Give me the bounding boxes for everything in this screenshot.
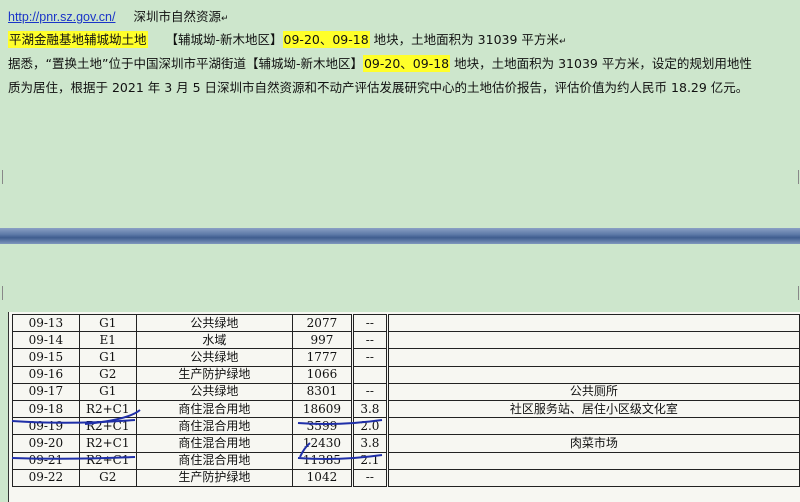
table-cell: -- bbox=[350, 382, 388, 401]
table-cell: 09-14 bbox=[12, 331, 80, 350]
table-cell: G1 bbox=[78, 382, 137, 401]
table-cell: 社区服务站、居住小区级文化室 bbox=[385, 399, 800, 419]
source-line: http://pnr.sz.gov.cn/深圳市自然资源↵ bbox=[8, 9, 229, 24]
table-row: 09-18 R2+C1 商住混合用地 18609 3.8 社区服务站、居住小区级文化室 bbox=[12, 399, 800, 419]
table-cell: 公共绿地 bbox=[135, 313, 294, 333]
table-cell bbox=[385, 348, 800, 367]
table-row: 09-21 R2+C1 商住混合用地 11385 2.1 bbox=[12, 451, 800, 470]
source-name: 深圳市自然资源 bbox=[133, 9, 221, 24]
table-cell: 商住混合用地 bbox=[135, 399, 294, 419]
table-cell: R2+C1 bbox=[78, 399, 137, 419]
table-cell: 生产防护绿地 bbox=[135, 468, 294, 487]
table-cell: G2 bbox=[78, 365, 137, 384]
table-cell: 公共绿地 bbox=[135, 348, 294, 367]
table-cell: 商住混合用地 bbox=[135, 417, 294, 436]
table-row: 09-17 G1 公共绿地 8301 -- 公共厕所 bbox=[12, 382, 800, 401]
table-cell: 09-20 bbox=[12, 434, 80, 453]
table-cell bbox=[385, 331, 800, 350]
table-row: 09-14 E1 水域 997 -- bbox=[12, 331, 800, 350]
table-row: 09-15 G1 公共绿地 1777 -- bbox=[12, 348, 800, 367]
paragraph-line-2: 质为居住，根据于 2021 年 3 月 5 日深圳市自然资源和不动产评估发展研究… bbox=[8, 77, 748, 96]
table-row: 09-20 R2+C1 商住混合用地 12430 3.8 肉菜市场 bbox=[12, 434, 800, 453]
table-cell: 2.0 bbox=[350, 417, 388, 436]
table-cell bbox=[385, 313, 800, 333]
table-cell: R2+C1 bbox=[78, 451, 137, 470]
table-cell: 09-18 bbox=[12, 399, 80, 419]
paragraph-middle: 地块，土地面积为 31039 平方米，设定的规划用地性 bbox=[454, 56, 752, 71]
table-cell: R2+C1 bbox=[78, 417, 137, 436]
table-cell: 09-13 bbox=[12, 313, 80, 333]
plot-numbers: 09-20、09-18 bbox=[282, 31, 370, 48]
table-row: 09-22 G2 生产防护绿地 1042 -- bbox=[12, 468, 800, 487]
table-cell: 生产防护绿地 bbox=[135, 365, 294, 384]
table-cell: 水域 bbox=[135, 331, 294, 350]
table-cell: 18609 bbox=[292, 399, 353, 419]
land-title: 平湖金融基地辅城坳土地 bbox=[8, 31, 148, 48]
table-cell: -- bbox=[350, 331, 388, 350]
table-cell: G1 bbox=[78, 313, 137, 333]
table-cell: -- bbox=[350, 348, 388, 367]
table-cell: 8301 bbox=[292, 382, 353, 401]
table-cell: 11385 bbox=[292, 451, 353, 470]
table-cell: -- bbox=[350, 313, 388, 333]
table-cell: 1042 bbox=[292, 468, 353, 487]
table-cell: 12430 bbox=[292, 434, 353, 453]
table-cell: 3.8 bbox=[350, 434, 388, 453]
paragraph-line-1: 据悉，“置换土地”位于中国深圳市平湖街道【辅城坳-新木地区】09-20、09-1… bbox=[8, 53, 752, 72]
table-cell bbox=[385, 365, 800, 384]
table-cell: 公共绿地 bbox=[135, 382, 294, 401]
table-cell: 09-19 bbox=[12, 417, 80, 436]
table-row: 09-13 G1 公共绿地 2077 -- bbox=[12, 313, 800, 333]
document-upper-pane: http://pnr.sz.gov.cn/深圳市自然资源↵ 平湖金融基地辅城坳土… bbox=[0, 0, 800, 230]
table-cell: 2077 bbox=[292, 313, 353, 333]
area-unit: 平方米 bbox=[521, 32, 559, 47]
table-cell: 997 bbox=[292, 331, 353, 350]
margin-mark-right bbox=[792, 170, 799, 184]
table-cell: 09-21 bbox=[12, 451, 80, 470]
margin-mark-left bbox=[2, 170, 9, 184]
table-cell: 09-16 bbox=[12, 365, 80, 384]
table-cell: 公共厕所 bbox=[385, 382, 800, 401]
title-line: 平湖金融基地辅城坳土地 【辅城坳-新木地区】09-20、09-18 地块，土地面积… bbox=[8, 31, 567, 48]
table-row: 09-19 R2+C1 商住混合用地 3599 2.0 bbox=[12, 417, 800, 436]
table-cell bbox=[385, 417, 800, 436]
paragraph-start: 据悉，“置换土地”位于中国深圳市平湖街道【辅城坳-新木地区】 bbox=[8, 56, 363, 71]
window-split-bar[interactable] bbox=[0, 228, 800, 244]
table-row: 09-16 G2 生产防护绿地 1066 bbox=[12, 365, 800, 384]
table-cell: 09-15 bbox=[12, 348, 80, 367]
table-cell: R2+C1 bbox=[78, 434, 137, 453]
paragraph-plots: 09-20、09-18 bbox=[362, 55, 451, 72]
table-cell: 3599 bbox=[292, 417, 353, 436]
table-cell: G1 bbox=[78, 348, 137, 367]
table-cell: 商住混合用地 bbox=[135, 451, 294, 470]
table-cell: 2.1 bbox=[350, 451, 388, 470]
table-cell bbox=[385, 451, 800, 470]
paragraph-end: 质为居住，根据于 2021 年 3 月 5 日深圳市自然资源和不动产评估发展研究… bbox=[8, 80, 749, 95]
area-text: 地块，土地面积为 bbox=[373, 32, 474, 47]
table-cell: -- bbox=[350, 468, 388, 487]
table-cell: 3.8 bbox=[350, 399, 388, 419]
table-cell bbox=[350, 365, 388, 384]
table-cell: 商住混合用地 bbox=[135, 434, 294, 453]
table-cell: 1066 bbox=[292, 365, 353, 384]
margin-mark-bottom-right bbox=[792, 286, 799, 300]
margin-mark-bottom-left bbox=[2, 286, 9, 300]
table-cell: 肉菜市场 bbox=[385, 434, 800, 453]
table-cell: 09-17 bbox=[12, 382, 80, 401]
table-cell: G2 bbox=[78, 468, 137, 487]
land-use-table-body: 09-13 G1 公共绿地 2077 -- 09-14 E1 水域 997 -- 09-15 G1 公共… bbox=[12, 313, 800, 487]
table-cell: E1 bbox=[78, 331, 137, 350]
area-value: 31039 bbox=[477, 32, 518, 47]
table-cell: 1777 bbox=[292, 348, 353, 367]
table-cell bbox=[385, 468, 800, 487]
source-link[interactable]: http://pnr.sz.gov.cn/ bbox=[8, 10, 115, 24]
area-label: 【辅城坳-新木地区】 bbox=[165, 32, 283, 47]
table-cell: 09-22 bbox=[12, 468, 80, 487]
land-use-table: 09-13 G1 公共绿地 2077 -- 09-14 E1 水域 997 -- 09-15 G1 公共… bbox=[12, 313, 800, 487]
